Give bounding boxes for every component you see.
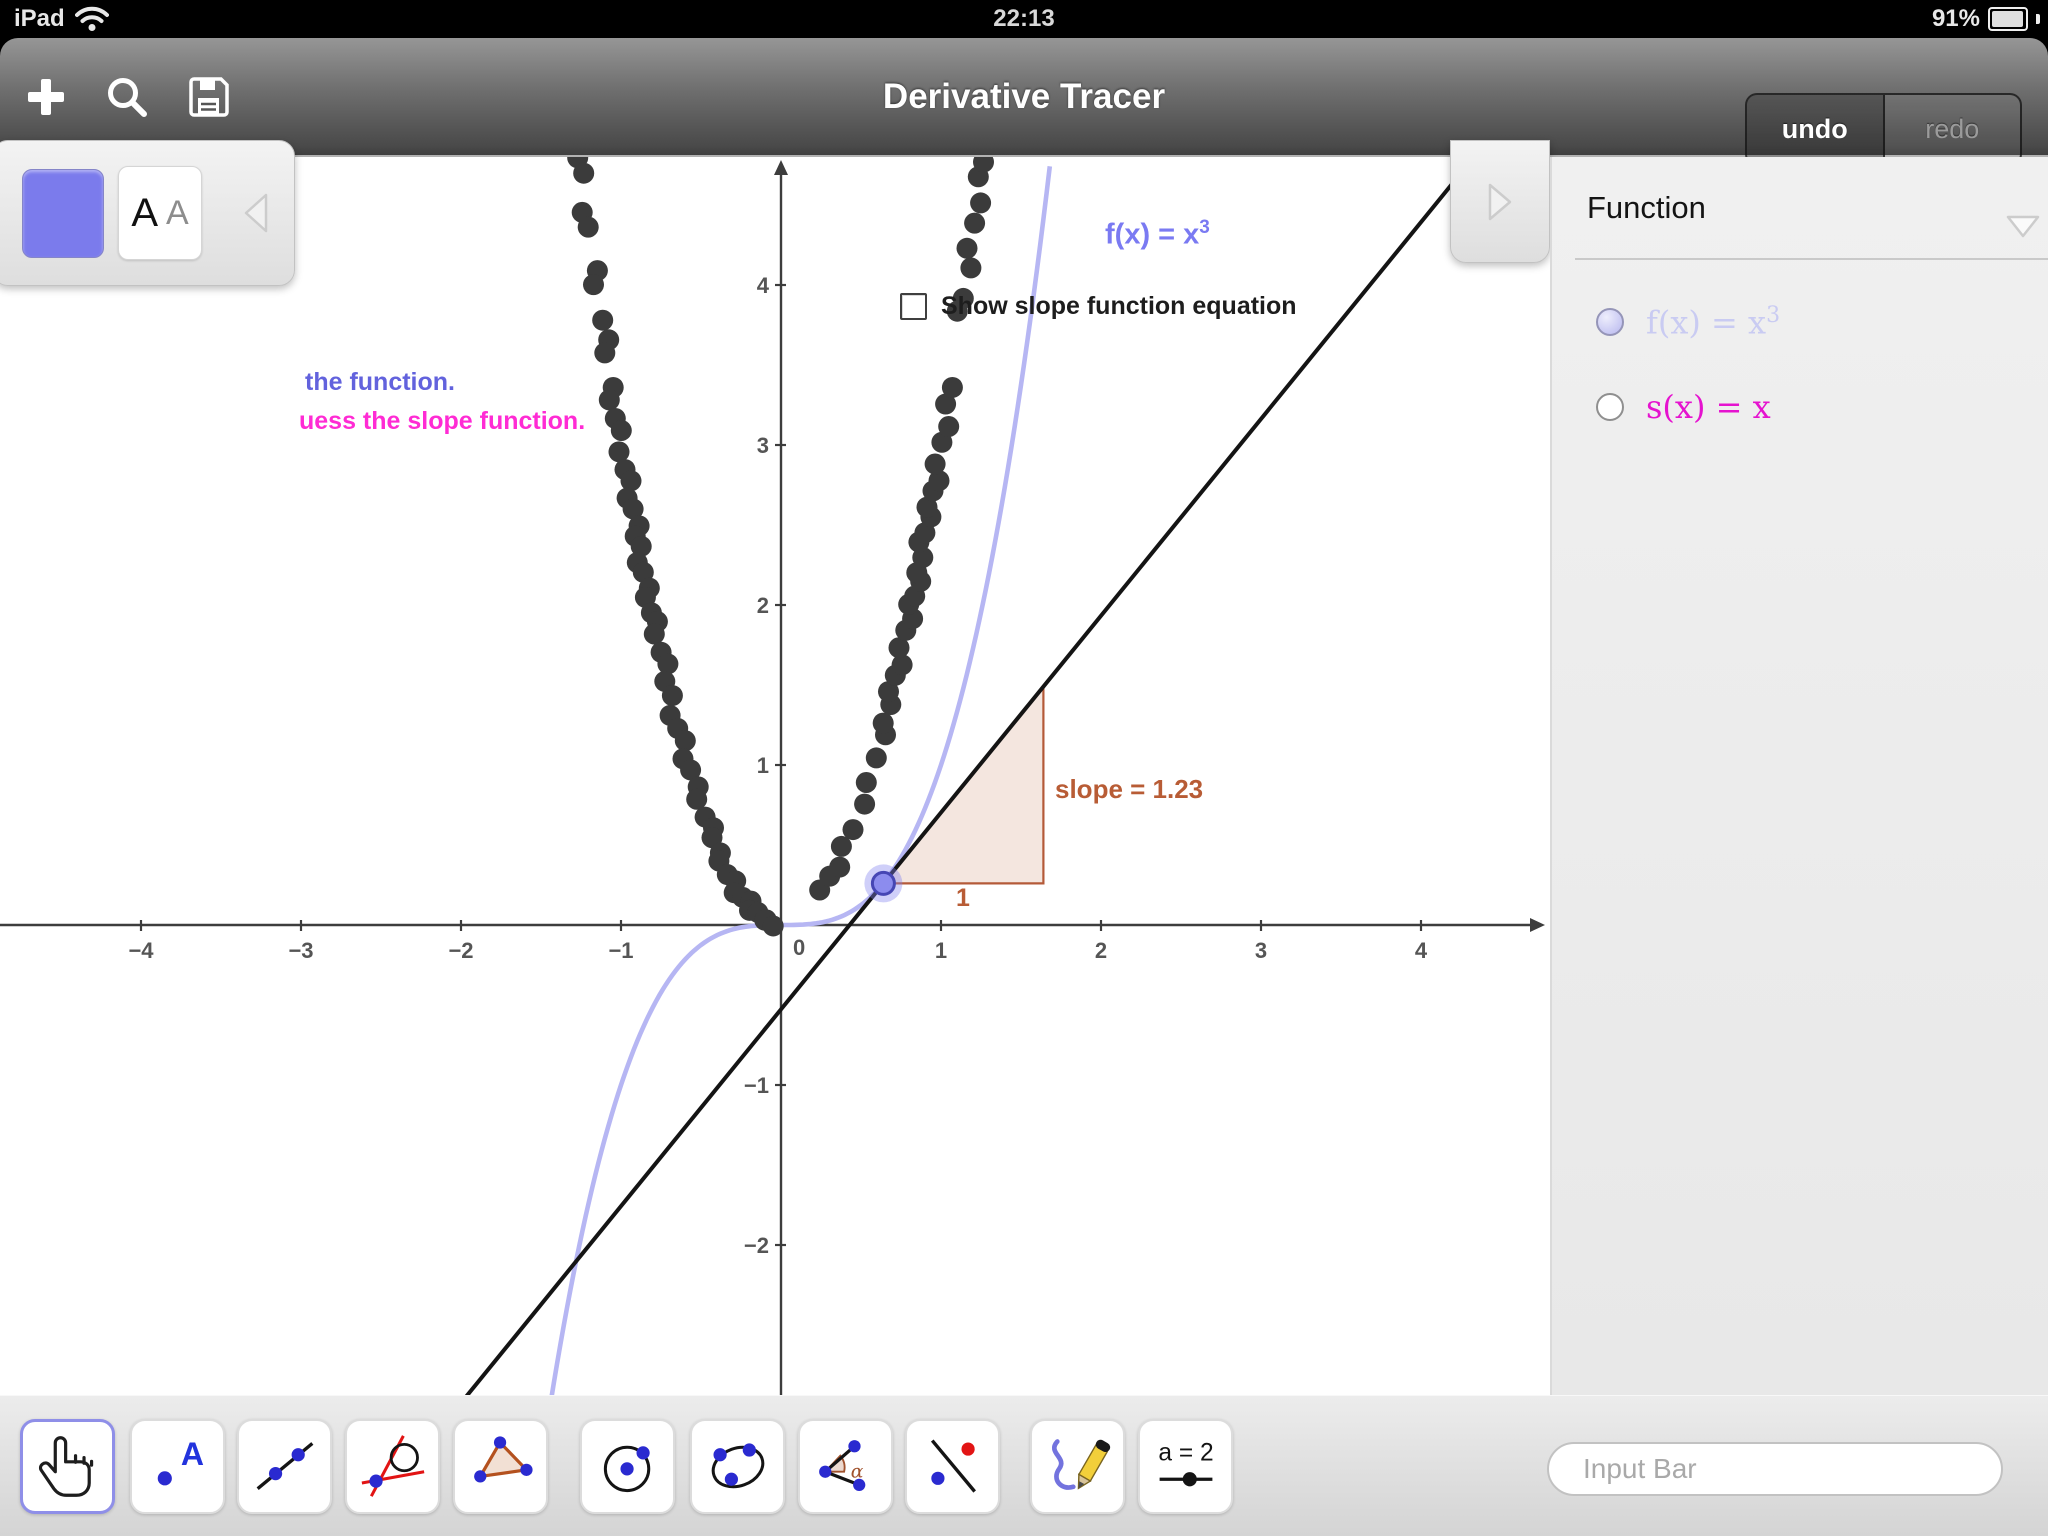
svg-text:0: 0 (793, 935, 805, 960)
function-equation-label: f(x) = x3 (1105, 217, 1210, 252)
svg-text:1: 1 (757, 753, 769, 778)
color-swatch-button[interactable] (22, 169, 104, 258)
undo-button[interactable]: undo (1747, 95, 1885, 164)
point-tool-icon: A (145, 1434, 211, 1500)
svg-text:−4: −4 (128, 938, 154, 963)
line-tool-icon (252, 1434, 318, 1500)
app-title: Derivative Tracer (0, 38, 2048, 155)
graph-canvas[interactable]: −4 −3 −2 −1 1 2 3 4 −2 −1 1 2 3 4 0 the function. uess… (0, 157, 1550, 1395)
show-slope-checkbox-label[interactable]: Show slope function equation (941, 292, 1297, 321)
polygon-tool-icon (468, 1434, 534, 1500)
instruction-text-1: the function. (305, 368, 455, 397)
run-value-label: 1 (948, 884, 978, 913)
function-s-label: s(x) = x (1646, 388, 1771, 426)
svg-text:α: α (850, 1461, 863, 1482)
battery-percent-label: 91% (1932, 5, 1980, 33)
svg-text:−2: −2 (744, 1233, 769, 1258)
radio-f-selected[interactable] (1596, 308, 1624, 336)
move-hand-icon (35, 1432, 101, 1502)
svg-text:−2: −2 (448, 938, 473, 963)
svg-text:a = 2: a = 2 (1158, 1439, 1213, 1466)
tool-line-button[interactable] (237, 1419, 332, 1514)
save-button[interactable] (186, 74, 232, 120)
tool-circle-button[interactable] (580, 1419, 675, 1514)
svg-text:A: A (180, 1436, 203, 1472)
function-f-label: f(x) = x3 (1646, 303, 1780, 342)
show-slope-row: Show slope function equation (900, 292, 1297, 321)
function-option-s[interactable]: s(x) = x (1596, 387, 1771, 427)
svg-text:2: 2 (757, 593, 769, 618)
status-bar: iPad 22:13 91% (0, 0, 2048, 38)
svg-text:2: 2 (1095, 938, 1107, 963)
battery-icon (1988, 7, 2028, 31)
instruction-text-2: uess the slope function. (299, 407, 585, 436)
tool-conic-button[interactable] (690, 1419, 785, 1514)
tool-polygon-button[interactable] (453, 1419, 548, 1514)
radio-s[interactable] (1596, 393, 1624, 421)
new-file-button[interactable] (24, 75, 68, 119)
redo-button[interactable]: redo (1885, 95, 2021, 164)
tangent-lines-icon (360, 1434, 426, 1500)
input-bar[interactable] (1547, 1442, 2003, 1496)
svg-text:3: 3 (757, 433, 769, 458)
conic-tool-icon (705, 1434, 771, 1500)
svg-text:1: 1 (935, 938, 947, 963)
slider-tool-icon: a = 2 (1150, 1434, 1222, 1500)
style-bar-panel: A A (0, 140, 295, 286)
undo-redo-control: undo redo (1745, 93, 2022, 166)
tool-pen-button[interactable] (1030, 1419, 1125, 1514)
tool-toolbar: A (0, 1395, 2048, 1536)
tool-angle-button[interactable]: α (798, 1419, 893, 1514)
app-toolbar: Derivative Tracer undo redo (0, 38, 2048, 157)
tool-slider-button[interactable]: a = 2 (1138, 1419, 1233, 1514)
tool-reflect-button[interactable] (905, 1419, 1000, 1514)
sidebar-divider (1575, 258, 2048, 260)
svg-text:−1: −1 (608, 938, 633, 963)
trace-point[interactable] (872, 872, 894, 894)
function-sidebar: Function f(x) = x3 s(x) = x (1550, 157, 2048, 1395)
status-time: 22:13 (0, 5, 2048, 33)
trace-dots (561, 157, 994, 936)
sidebar-title: Function (1587, 190, 1706, 226)
svg-text:4: 4 (757, 273, 770, 298)
chevron-down-icon[interactable] (2004, 212, 2042, 240)
graph-plot[interactable]: −4 −3 −2 −1 1 2 3 4 −2 −1 1 2 3 4 0 (0, 157, 1550, 1395)
collapse-left-icon[interactable] (240, 191, 274, 235)
reflect-tool-icon (920, 1434, 986, 1500)
circle-tool-icon (595, 1434, 661, 1500)
function-option-f[interactable]: f(x) = x3 (1596, 302, 1780, 342)
search-button[interactable] (104, 74, 150, 120)
svg-text:−3: −3 (288, 938, 313, 963)
pen-tool-icon (1045, 1434, 1111, 1500)
svg-text:3: 3 (1255, 938, 1267, 963)
text-style-button[interactable]: A A (118, 166, 202, 260)
expand-panel-button[interactable] (1450, 140, 1550, 263)
angle-tool-icon: α (813, 1434, 879, 1500)
tool-point-button[interactable]: A (130, 1419, 225, 1514)
status-battery: 91% (1932, 5, 2040, 33)
tool-tangent-lines-button[interactable] (345, 1419, 440, 1514)
svg-text:4: 4 (1415, 938, 1428, 963)
tool-move-button[interactable] (20, 1419, 115, 1514)
expand-right-icon (1485, 182, 1515, 222)
show-slope-checkbox[interactable] (900, 293, 927, 320)
svg-text:−1: −1 (744, 1073, 769, 1098)
slope-value-label: slope = 1.23 (1055, 774, 1203, 805)
